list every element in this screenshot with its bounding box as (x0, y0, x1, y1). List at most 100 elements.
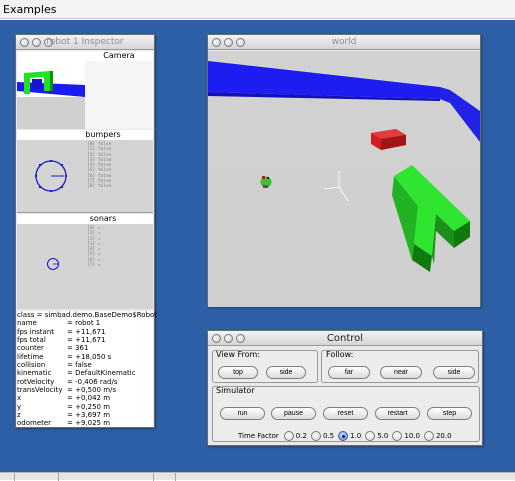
property-key: counter (17, 344, 44, 353)
property-key: collision (17, 361, 46, 370)
property-key: transVelocity (17, 386, 63, 395)
follow-near-button[interactable]: near (380, 366, 422, 379)
bumpers-pane: bumpers [0] false [1] false [2] false [3] f… (17, 130, 153, 213)
sonars-diagram (46, 257, 60, 271)
bumpers-value-list: [0] false [1] false [2] false [3] false [4] … (87, 142, 111, 190)
property-row: collision = false (17, 361, 153, 369)
sonars-pane: sonars [0] = [1] = [2] = [3] = [4] = [5] = [6]… (17, 214, 153, 309)
menu-bar: Examples (0, 0, 515, 19)
property-row: z = +3,697 m (17, 411, 153, 419)
sonars-value-list: [0] = [1] = [2] = [3] = [4] = [5] = [6] = [7] = (87, 226, 101, 268)
property-value: = +11,671 (67, 327, 106, 336)
property-key: name (17, 319, 37, 328)
bumper-value: [5] false (87, 168, 112, 174)
time-factor-radio[interactable] (365, 431, 376, 441)
sim-reset-button[interactable]: reset (323, 407, 368, 420)
control-title: Control (326, 333, 364, 344)
property-row: x = +0,042 m (17, 394, 153, 402)
property-value: = +0,500 m/s (67, 386, 117, 395)
camera-view (17, 51, 85, 129)
property-row: y = +0,250 m (17, 403, 153, 411)
time-factor-radio[interactable] (283, 431, 294, 441)
follow-label: Follow: (326, 350, 354, 359)
property-key: kinematic (17, 369, 52, 378)
property-key: rotVelocity (17, 377, 55, 386)
property-row: class = simbad.demo.BaseDemo$Robot (17, 311, 157, 319)
property-row: kinematic = DefaultKinematic (17, 369, 153, 377)
robot-properties: class = simbad.demo.BaseDemo$Robot name = … (17, 311, 157, 427)
sim-restart-button[interactable]: restart (375, 407, 420, 420)
simulator-label: Simulator (216, 386, 255, 395)
time-factor-radio[interactable] (392, 431, 403, 441)
property-key: y (17, 402, 22, 411)
time-factor-radio[interactable] (310, 431, 321, 441)
bottom-strip (0, 472, 515, 481)
time-factor-label: Time Factor (238, 432, 279, 440)
property-row: rotVelocity = -0,406 rad/s (17, 378, 153, 386)
view-top-button[interactable]: top (218, 366, 258, 379)
control-window: Control View From: top side Follow: far … (207, 330, 483, 446)
property-value: = -0,406 rad/s (67, 377, 118, 386)
property-key: fps total (17, 336, 46, 345)
property-value: = 361 (67, 344, 89, 353)
property-row: fps instant = +11,671 (17, 328, 153, 336)
view-side-button[interactable]: side (266, 366, 306, 379)
property-value: = robot 1 (67, 319, 101, 328)
view-from-label: View From: (216, 350, 261, 359)
control-titlebar[interactable]: Control (208, 331, 482, 346)
inspector-window: robot 1 Inspector Camera bumpers [0] fal… (15, 34, 157, 428)
property-key: fps instant (17, 327, 55, 336)
time-factor-option-label: 20.0 (435, 432, 452, 440)
sonar-value: [1] = (87, 231, 101, 237)
sonars-label: sonars (89, 214, 117, 223)
bumpers-diagram (35, 160, 67, 192)
sonar-value: [5] = (87, 252, 101, 258)
property-value: = +9,025 m (67, 419, 111, 428)
property-row: fps total = +11,671 (17, 336, 153, 344)
time-factor-option-label: 1.0 (350, 432, 362, 440)
property-key: x (17, 394, 22, 403)
time-factor-option-label: 10.0 (404, 432, 420, 440)
inspector-titlebar[interactable]: robot 1 Inspector (16, 35, 154, 50)
sim-pause-button[interactable]: pause (271, 407, 316, 420)
world-window: world (207, 34, 481, 307)
time-factor-radio[interactable] (423, 431, 434, 441)
property-class-text: class = simbad.demo.BaseDemo$Robot (17, 311, 158, 319)
property-key: lifetime (17, 352, 44, 361)
camera-label: Camera (103, 51, 135, 60)
property-row: name = robot 1 (17, 319, 153, 327)
property-key: z (17, 411, 21, 420)
property-row: counter = 361 (17, 344, 153, 352)
sonar-value: [7] = (87, 263, 101, 269)
property-key: odometer (17, 419, 52, 428)
time-factor-option-label: 0.5 (322, 432, 335, 440)
bumpers-label: bumpers (85, 130, 121, 139)
world-titlebar[interactable]: world (208, 35, 480, 50)
bumper-value: [1] false (87, 147, 112, 153)
camera-divider (85, 61, 153, 129)
inspector-title: robot 1 Inspector (46, 37, 124, 47)
property-value: = +11,671 (67, 336, 106, 345)
property-value: = +0,250 m (67, 402, 111, 411)
time-factor-option-label: 5.0 (377, 432, 389, 440)
property-value: = +18,050 s (67, 352, 112, 361)
property-row: odometer = +9,025 m (17, 419, 153, 427)
time-factor-option-label: 0.2 (295, 432, 307, 440)
follow-far-button[interactable]: far (328, 366, 370, 379)
world-title: world (331, 37, 357, 47)
world-3d-view[interactable] (208, 51, 480, 307)
follow-side-button[interactable]: side (433, 366, 475, 379)
property-value: = +0,042 m (67, 394, 111, 403)
property-value: = false (67, 361, 92, 370)
sim-run-button[interactable]: run (220, 407, 265, 420)
property-row: transVelocity = +0,500 m/s (17, 386, 153, 394)
sim-step-button[interactable]: step (427, 407, 472, 420)
property-value: = DefaultKinematic (67, 369, 136, 378)
property-row: lifetime = +18,050 s (17, 353, 153, 361)
menu-examples[interactable]: Examples (3, 3, 56, 16)
property-value: = +3,697 m (67, 411, 111, 420)
camera-pane: Camera (17, 51, 153, 129)
time-factor-row: Time Factor 0.2 0.5 1.0 5.0 10.0 20.0 (238, 430, 452, 442)
bumper-value: [8] false (87, 184, 112, 190)
time-factor-radio[interactable] (338, 431, 349, 441)
